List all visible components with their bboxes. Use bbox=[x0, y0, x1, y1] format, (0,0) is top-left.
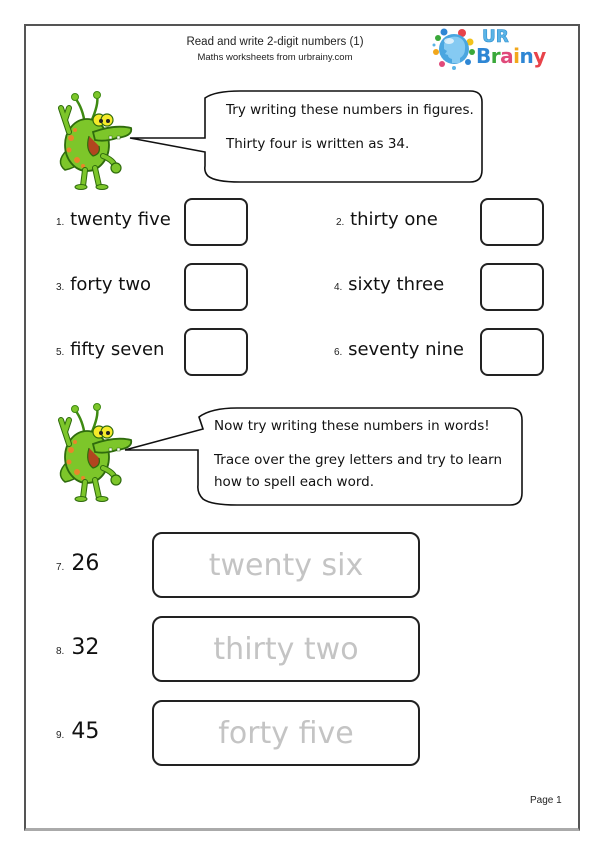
page-number: Page 1 bbox=[530, 795, 562, 806]
number-words: thirty one bbox=[350, 209, 438, 230]
number-words: fifty seven bbox=[70, 339, 165, 360]
answer-box-6[interactable] bbox=[480, 328, 544, 376]
logo-letter: n bbox=[519, 44, 534, 68]
urbrainy-logo[interactable]: UR Brainy bbox=[432, 27, 550, 72]
logo-letter: a bbox=[500, 44, 514, 68]
trace-word: forty five bbox=[218, 715, 354, 751]
number-words: seventy nine bbox=[348, 339, 464, 360]
logo-letter: r bbox=[490, 44, 501, 68]
bubble-2-line-3: how to spell each word. bbox=[214, 474, 375, 490]
bubble-2-line-1: Now try writing these numbers in words! bbox=[214, 418, 490, 434]
trace-box-8[interactable]: thirty two bbox=[152, 616, 420, 682]
number-words: sixty three bbox=[348, 274, 445, 295]
number-figure: 32 bbox=[71, 635, 100, 660]
question-number: 4. bbox=[334, 282, 343, 293]
question-number: 8. bbox=[56, 646, 65, 657]
number-words: forty two bbox=[70, 274, 152, 295]
number-figure: 26 bbox=[71, 551, 100, 576]
answer-box-3[interactable] bbox=[184, 263, 248, 311]
question-number: 2. bbox=[336, 217, 345, 228]
bubble-2-line-2: Trace over the grey letters and try to l… bbox=[214, 452, 503, 468]
number-figure: 45 bbox=[71, 719, 100, 744]
bubble-1-line-2: Thirty four is written as 34. bbox=[226, 136, 410, 152]
answer-box-4[interactable] bbox=[480, 263, 544, 311]
trace-box-9[interactable]: forty five bbox=[152, 700, 420, 766]
head-globe-icon bbox=[432, 28, 475, 70]
logo-letter: B bbox=[476, 44, 491, 68]
trace-word: thirty two bbox=[213, 631, 359, 667]
logo-letter: y bbox=[533, 44, 546, 68]
question-number: 1. bbox=[56, 217, 65, 228]
question-number: 6. bbox=[334, 347, 343, 358]
logo-brainy-text: Brainy bbox=[476, 44, 546, 68]
bubble-1-line-1: Try writing these numbers in figures. bbox=[226, 102, 474, 118]
trace-box-7[interactable]: twenty six bbox=[152, 532, 420, 598]
answer-box-2[interactable] bbox=[480, 198, 544, 246]
number-words: twenty five bbox=[70, 209, 171, 230]
answer-box-1[interactable] bbox=[184, 198, 248, 246]
trace-word: twenty six bbox=[208, 547, 364, 583]
answer-box-5[interactable] bbox=[184, 328, 248, 376]
question-number: 7. bbox=[56, 562, 65, 573]
question-number: 5. bbox=[56, 347, 65, 358]
question-number: 3. bbox=[56, 282, 65, 293]
question-number: 9. bbox=[56, 730, 65, 741]
